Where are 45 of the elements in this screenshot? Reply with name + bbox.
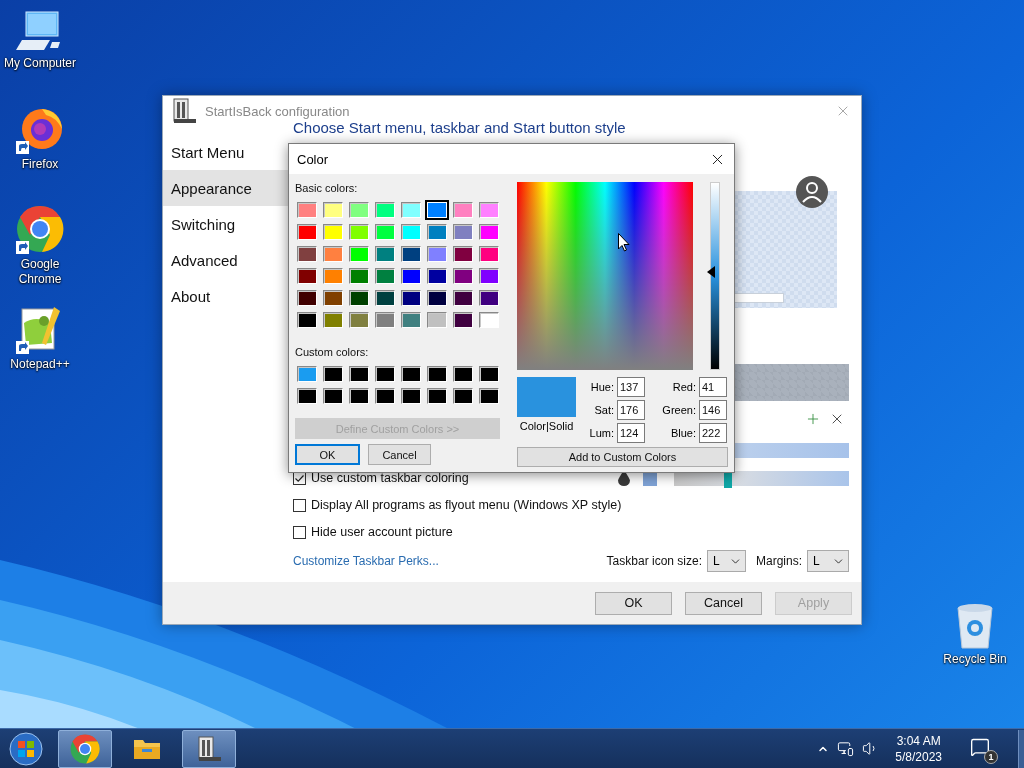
- dialog-button[interactable]: Cancel: [368, 444, 431, 465]
- sidebar-item[interactable]: Advanced: [163, 242, 291, 278]
- select-label: Taskbar icon size:: [606, 554, 702, 568]
- field-label: Blue:: [669, 427, 696, 439]
- number-field[interactable]: 222: [699, 423, 727, 443]
- notification-badge: 1: [984, 749, 998, 764]
- checkbox-label: Display All programs as flyout menu (Windows XP style): [311, 498, 622, 512]
- sidebar-item[interactable]: About: [163, 278, 291, 314]
- number-field[interactable]: 176: [617, 400, 645, 420]
- sidebar-item[interactable]: Switching: [163, 206, 291, 242]
- checkbox-label: Hide user account picture: [311, 525, 453, 539]
- window-title: StartIsBack configuration: [205, 103, 351, 119]
- field-label: Hue:: [589, 381, 614, 393]
- sidebar-item[interactable]: Appearance: [163, 170, 291, 206]
- dialog-button[interactable]: Cancel: [685, 591, 762, 615]
- number-field[interactable]: 41: [699, 377, 727, 397]
- dialog-button[interactable]: OK: [295, 444, 360, 465]
- sidebar-item[interactable]: Start Menu: [163, 134, 291, 170]
- section-heading: Choose Start menu, taskbar and Start button style: [293, 120, 626, 136]
- number-field[interactable]: 146: [699, 400, 727, 420]
- add-custom-colors-button[interactable]: Add to Custom Colors: [517, 447, 728, 467]
- checkbox-label: Use custom taskbar coloring: [311, 471, 469, 485]
- clock-time[interactable]: 3:04 AM: [896, 732, 941, 749]
- icon-label[interactable]: Notepad++: [3, 357, 77, 372]
- notifications-button[interactable]: 1: [968, 733, 998, 764]
- icon-label[interactable]: Google Chrome: [3, 257, 77, 287]
- basic-colors-label: Basic colors:: [295, 182, 359, 196]
- dialog-button[interactable]: OK: [595, 591, 672, 615]
- clock-date[interactable]: 5/8/2023: [895, 748, 942, 765]
- select-label: Margins:: [756, 554, 802, 568]
- dialog-title: Color: [297, 151, 330, 167]
- icon-label[interactable]: My Computer: [3, 56, 77, 71]
- customize-link[interactable]: Customize Taskbar Perks...: [293, 554, 439, 568]
- number-field[interactable]: 124: [617, 423, 645, 443]
- number-field[interactable]: 137: [617, 377, 645, 397]
- field-label: Green:: [661, 404, 696, 416]
- custom-colors-label: Custom colors:: [295, 346, 370, 360]
- field-label: Red:: [671, 381, 696, 393]
- size-select[interactable]: L: [707, 550, 746, 572]
- icon-label[interactable]: Firefox: [3, 157, 77, 172]
- size-select[interactable]: L: [807, 550, 849, 572]
- field-label: Lum:: [588, 427, 614, 439]
- preview-label: Color|Solid: [519, 420, 574, 432]
- field-label: Sat:: [593, 404, 614, 416]
- icon-label[interactable]: Recycle Bin: [938, 652, 1012, 667]
